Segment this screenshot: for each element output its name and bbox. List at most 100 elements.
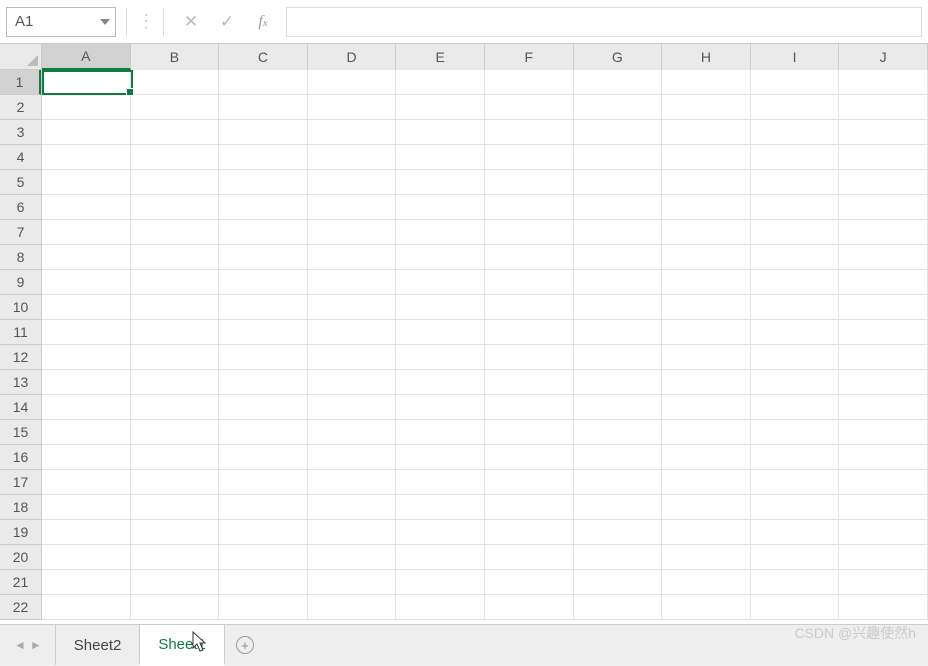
cell[interactable]: [485, 95, 574, 120]
cell[interactable]: [396, 320, 485, 345]
cell[interactable]: [662, 270, 751, 295]
cell[interactable]: [42, 170, 131, 195]
cell[interactable]: [839, 495, 928, 520]
cell[interactable]: [839, 170, 928, 195]
row-header[interactable]: 3: [0, 120, 41, 145]
cell[interactable]: [751, 145, 840, 170]
cell[interactable]: [308, 345, 397, 370]
row-header[interactable]: 8: [0, 245, 41, 270]
cell[interactable]: [42, 470, 131, 495]
cell[interactable]: [308, 495, 397, 520]
column-header[interactable]: E: [396, 44, 485, 70]
cell[interactable]: [751, 595, 840, 620]
column-header[interactable]: D: [308, 44, 397, 70]
cell[interactable]: [662, 520, 751, 545]
cell[interactable]: [219, 270, 308, 295]
row-header[interactable]: 22: [0, 595, 41, 620]
cell[interactable]: [574, 295, 663, 320]
row-header[interactable]: 4: [0, 145, 41, 170]
cell[interactable]: [396, 395, 485, 420]
cell[interactable]: [131, 570, 220, 595]
cell[interactable]: [751, 570, 840, 595]
row-header[interactable]: 5: [0, 170, 41, 195]
cell[interactable]: [396, 145, 485, 170]
cell[interactable]: [42, 195, 131, 220]
cell[interactable]: [751, 545, 840, 570]
cell[interactable]: [662, 320, 751, 345]
cell[interactable]: [219, 295, 308, 320]
cell[interactable]: [131, 595, 220, 620]
name-box-dropdown-icon[interactable]: [100, 19, 110, 25]
cell[interactable]: [396, 570, 485, 595]
cell[interactable]: [485, 120, 574, 145]
cell[interactable]: [662, 370, 751, 395]
name-box[interactable]: A1: [6, 7, 116, 37]
cell[interactable]: [839, 295, 928, 320]
row-header[interactable]: 2: [0, 95, 41, 120]
row-header[interactable]: 12: [0, 345, 41, 370]
vertical-dots-icon[interactable]: ⋮: [137, 11, 153, 32]
cell[interactable]: [485, 520, 574, 545]
cell[interactable]: [131, 545, 220, 570]
cell[interactable]: [662, 545, 751, 570]
cell[interactable]: [662, 70, 751, 95]
cell[interactable]: [308, 570, 397, 595]
sheet-tab[interactable]: Sheet2: [55, 625, 141, 665]
cell[interactable]: [308, 520, 397, 545]
cell[interactable]: [751, 245, 840, 270]
cell[interactable]: [751, 495, 840, 520]
cell[interactable]: [396, 470, 485, 495]
cell[interactable]: [839, 320, 928, 345]
row-header[interactable]: 11: [0, 320, 41, 345]
cell[interactable]: [839, 270, 928, 295]
cell[interactable]: [574, 95, 663, 120]
cell[interactable]: [131, 395, 220, 420]
cell[interactable]: [751, 370, 840, 395]
cell[interactable]: [131, 295, 220, 320]
cell[interactable]: [662, 170, 751, 195]
cell[interactable]: [396, 370, 485, 395]
cell[interactable]: [42, 70, 131, 95]
column-header[interactable]: J: [839, 44, 928, 70]
cell[interactable]: [485, 495, 574, 520]
cell[interactable]: [751, 295, 840, 320]
cell[interactable]: [485, 395, 574, 420]
cell[interactable]: [219, 370, 308, 395]
cell[interactable]: [308, 595, 397, 620]
cell[interactable]: [131, 195, 220, 220]
cell[interactable]: [574, 520, 663, 545]
cell[interactable]: [485, 420, 574, 445]
cell[interactable]: [308, 370, 397, 395]
cell[interactable]: [396, 545, 485, 570]
cell[interactable]: [574, 195, 663, 220]
cell[interactable]: [42, 95, 131, 120]
column-header[interactable]: F: [485, 44, 574, 70]
cell[interactable]: [662, 445, 751, 470]
cell[interactable]: [219, 520, 308, 545]
cell[interactable]: [662, 595, 751, 620]
cell[interactable]: [574, 270, 663, 295]
cell[interactable]: [131, 420, 220, 445]
cell[interactable]: [219, 195, 308, 220]
fx-icon[interactable]: fx: [254, 13, 272, 31]
cell[interactable]: [839, 445, 928, 470]
sheet-tab[interactable]: Sheet1: [139, 625, 225, 666]
cell[interactable]: [308, 120, 397, 145]
cell[interactable]: [131, 120, 220, 145]
cell[interactable]: [574, 220, 663, 245]
cell[interactable]: [219, 470, 308, 495]
cell[interactable]: [219, 395, 308, 420]
row-header[interactable]: 19: [0, 520, 41, 545]
cell[interactable]: [219, 420, 308, 445]
cell[interactable]: [839, 520, 928, 545]
cell[interactable]: [219, 170, 308, 195]
cell[interactable]: [485, 370, 574, 395]
cell[interactable]: [751, 320, 840, 345]
cell[interactable]: [308, 195, 397, 220]
cell[interactable]: [485, 145, 574, 170]
cell[interactable]: [662, 295, 751, 320]
cell[interactable]: [839, 470, 928, 495]
cell[interactable]: [396, 245, 485, 270]
cell[interactable]: [219, 345, 308, 370]
cell[interactable]: [131, 70, 220, 95]
